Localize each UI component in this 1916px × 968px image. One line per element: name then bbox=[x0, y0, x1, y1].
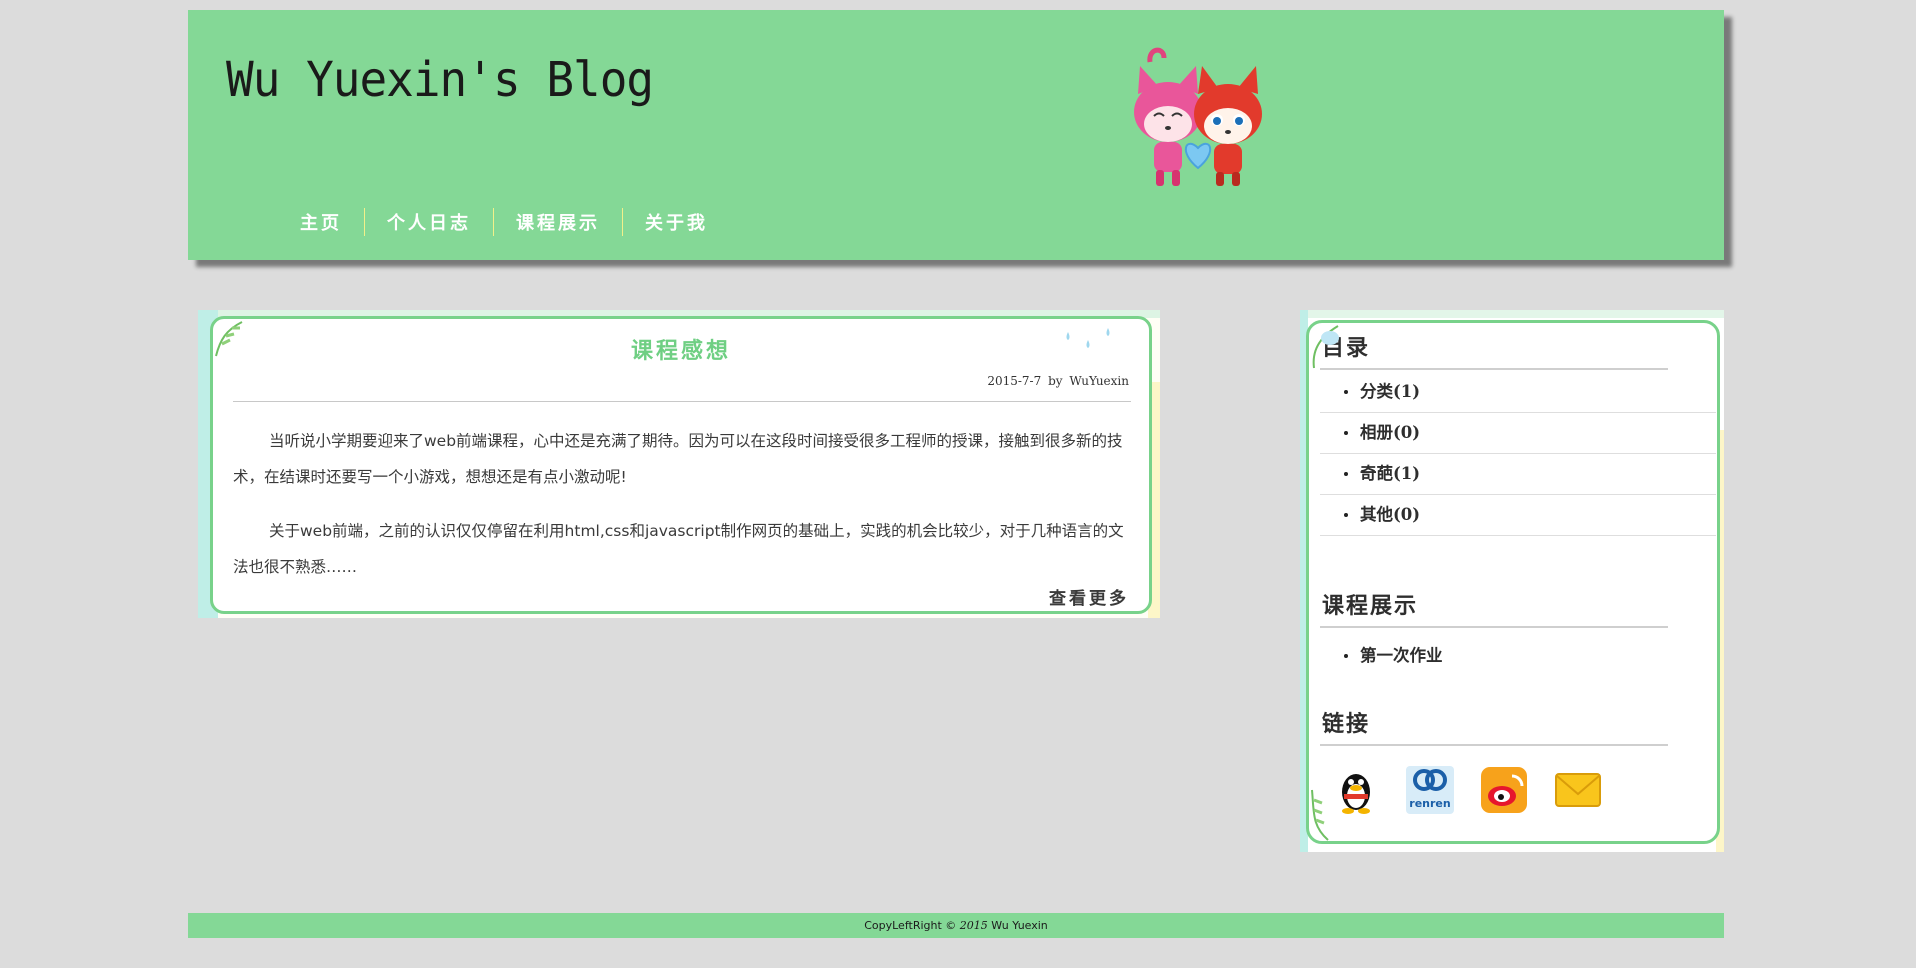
courses-divider bbox=[1320, 626, 1668, 628]
catalog-item-category[interactable]: 分类(1) bbox=[1320, 372, 1716, 413]
footer-name: Wu Yuexin bbox=[991, 919, 1048, 932]
read-more-link[interactable]: 查看更多 bbox=[1049, 584, 1129, 609]
renren-logo-icon bbox=[1413, 769, 1447, 791]
article-paragraph: 关于web前端，之前的认识仅仅停留在利用html,css和javascript制… bbox=[233, 522, 1124, 576]
site-footer: CopyLeftRight © 2015 Wu Yuexin bbox=[188, 913, 1724, 938]
catalog-list: 分类(1) 相册(0) 奇葩(1) 其他(0) bbox=[1320, 372, 1716, 536]
renren-icon[interactable]: renren bbox=[1406, 766, 1454, 814]
rain-drops-icon bbox=[1066, 328, 1110, 348]
catalog-item-other[interactable]: 其他(0) bbox=[1320, 495, 1716, 536]
footer-year: 2015 bbox=[959, 919, 988, 932]
fox-couple-mascot-icon bbox=[1134, 47, 1262, 186]
catalog-divider bbox=[1320, 368, 1668, 370]
card-tint bbox=[1300, 310, 1724, 318]
nav-journal[interactable]: 个人日志 bbox=[365, 209, 493, 235]
nav-courses[interactable]: 课程展示 bbox=[494, 209, 622, 235]
catalog-item-oddities[interactable]: 奇葩(1) bbox=[1320, 454, 1716, 495]
vine-decoration-icon bbox=[215, 321, 243, 357]
blog-title: Wu Yuexin's Blog bbox=[226, 50, 654, 108]
nav-home[interactable]: 主页 bbox=[278, 209, 364, 235]
renren-label: renren bbox=[1409, 797, 1451, 810]
course-label: 第一次作业 bbox=[1360, 646, 1443, 665]
footer-copyright: CopyLeftRight © bbox=[864, 919, 957, 932]
vine-decoration-icon bbox=[1312, 325, 1339, 369]
sidebar: 目录 分类(1) 相册(0) 奇葩(1) 其他(0) 课程展示 第一次作业 链接 bbox=[1300, 310, 1724, 852]
article-by: by bbox=[1048, 374, 1063, 388]
links-heading: 链接 bbox=[1322, 711, 1371, 737]
article-frame: 课程感想 2015-7-7 by WuYuexin 当听说小学期要迎来了web前… bbox=[210, 316, 1152, 614]
catalog-item-album[interactable]: 相册(0) bbox=[1320, 413, 1716, 454]
mail-icon[interactable] bbox=[1554, 766, 1602, 814]
links-divider bbox=[1320, 744, 1668, 746]
article-card: 课程感想 2015-7-7 by WuYuexin 当听说小学期要迎来了web前… bbox=[198, 310, 1160, 618]
article-title[interactable]: 课程感想 bbox=[213, 333, 1149, 365]
article-meta: 2015-7-7 by WuYuexin bbox=[987, 374, 1129, 388]
article-paragraph: 当听说小学期要迎来了web前端课程，心中还是充满了期待。因为可以在这段时间接受很… bbox=[233, 432, 1123, 486]
course-item-first-homework[interactable]: 第一次作业 bbox=[1320, 636, 1716, 676]
courses-list: 第一次作业 bbox=[1320, 636, 1716, 676]
vine-decoration-icon bbox=[1311, 789, 1329, 841]
main-nav: 主页 个人日志 课程展示 关于我 bbox=[278, 208, 730, 236]
article-body: 当听说小学期要迎来了web前端课程，心中还是充满了期待。因为可以在这段时间接受很… bbox=[233, 423, 1129, 603]
article-author: WuYuexin bbox=[1069, 374, 1129, 388]
social-links: renren bbox=[1332, 766, 1628, 814]
catalog-label: 分类(1) bbox=[1360, 382, 1421, 401]
blog-page: Wu Yuexin's Blog 主页 个人日志 课程展示 关于我 课程感想 2… bbox=[0, 0, 1916, 968]
catalog-label: 相册(0) bbox=[1360, 423, 1421, 442]
article-date: 2015-7-7 bbox=[987, 374, 1042, 388]
catalog-label: 其他(0) bbox=[1360, 505, 1421, 524]
site-header: Wu Yuexin's Blog 主页 个人日志 课程展示 关于我 bbox=[188, 10, 1724, 260]
nav-about[interactable]: 关于我 bbox=[623, 209, 730, 235]
article-divider bbox=[233, 401, 1131, 402]
catalog-label: 奇葩(1) bbox=[1360, 464, 1421, 483]
courses-heading: 课程展示 bbox=[1322, 593, 1419, 619]
weibo-icon[interactable] bbox=[1480, 766, 1528, 814]
